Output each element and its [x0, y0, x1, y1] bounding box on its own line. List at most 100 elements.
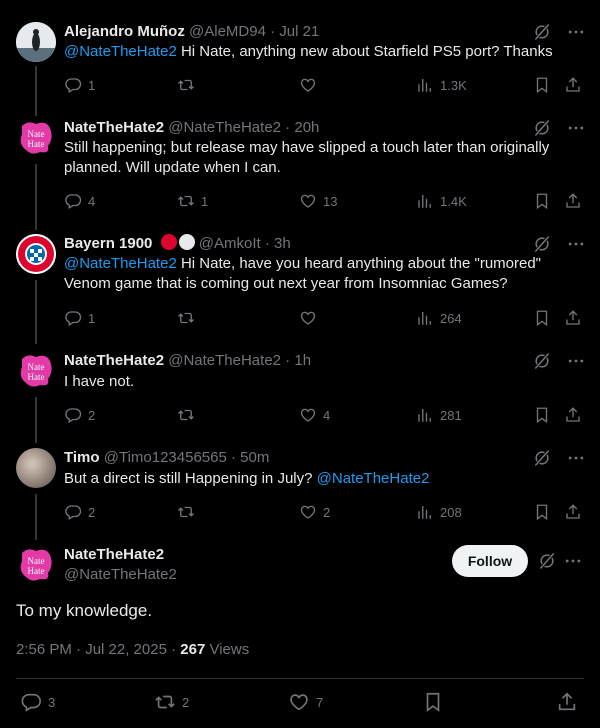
like-button[interactable] — [299, 308, 323, 328]
more-icon[interactable] — [566, 118, 586, 138]
tweet-timestamp: 2:56 PM · Jul 22, 2025 · 267 Views — [16, 641, 249, 658]
more-icon[interactable] — [566, 234, 586, 254]
reply-button[interactable]: 2 — [64, 405, 95, 425]
retweet-button[interactable] — [177, 75, 201, 95]
retweet-button[interactable] — [177, 405, 201, 425]
tweet-text: But a direct is still Happening in July?… — [64, 469, 584, 489]
author-handle[interactable]: @NateTheHate2 — [168, 352, 281, 369]
bookmark-button[interactable] — [533, 405, 551, 425]
timestamp[interactable]: 3h — [274, 235, 291, 252]
white-circle-emoji — [178, 234, 195, 250]
timestamp[interactable]: 2:56 PM · Jul 22, 2025 · — [16, 641, 180, 658]
mention-link[interactable]: @NateTheHate2 — [317, 470, 430, 487]
like-button[interactable] — [299, 75, 323, 95]
like-count: 7 — [316, 694, 324, 710]
reply-tweet[interactable]: Timo @Timo123456565 · 50m But a direct i… — [0, 448, 600, 524]
views-button[interactable]: 1.4K — [416, 191, 467, 211]
bookmark-button[interactable] — [533, 308, 551, 328]
author-handle[interactable]: @Timo123456565 — [104, 449, 227, 466]
share-icon — [564, 309, 582, 327]
more-icon[interactable] — [563, 551, 583, 571]
share-button[interactable] — [564, 75, 582, 95]
reply-button[interactable]: 2 — [64, 502, 95, 522]
mention-link[interactable]: @NateTheHate2 — [64, 255, 177, 272]
share-button[interactable] — [556, 692, 578, 712]
views-icon — [416, 76, 434, 94]
timestamp[interactable]: 1h — [294, 352, 311, 369]
retweet-icon — [177, 406, 195, 424]
more-icon[interactable] — [566, 448, 586, 468]
bookmark-icon — [422, 691, 444, 713]
tweet-top-icons — [532, 351, 586, 371]
grok-icon[interactable] — [532, 234, 552, 254]
retweet-button[interactable]: 2 — [154, 692, 189, 712]
reply-tweet[interactable]: Bayern 1900 @AmkoIt · 3h @NateTheHate2 H… — [0, 234, 600, 330]
reply-button[interactable]: 1 — [64, 308, 95, 328]
reply-tweet[interactable]: Nate Hate NateTheHate2 @NateTheHate2 · 1h… — [0, 351, 600, 427]
more-icon[interactable] — [566, 22, 586, 42]
views-icon — [416, 309, 434, 327]
views-button[interactable]: 264 — [416, 308, 462, 328]
like-count: 13 — [323, 193, 338, 209]
reply-tweet[interactable]: Nate Hate NateTheHate2 @NateTheHate2 · 20… — [0, 118, 600, 214]
share-button[interactable] — [564, 405, 582, 425]
follow-button[interactable]: Follow — [452, 545, 528, 577]
author-name[interactable]: NateTheHate2 — [64, 352, 164, 369]
share-icon — [556, 691, 578, 713]
tweet-actions: 1 1.3K — [64, 75, 584, 95]
bookmark-button[interactable] — [533, 191, 551, 211]
author-handle[interactable]: @NateTheHate2 — [168, 119, 281, 136]
author-name[interactable]: NateTheHate2 — [64, 546, 164, 563]
bookmark-button[interactable] — [422, 692, 444, 712]
author-handle[interactable]: @AmkoIt — [199, 235, 261, 252]
avatar[interactable] — [16, 234, 56, 274]
like-icon — [299, 503, 317, 521]
like-button[interactable]: 7 — [288, 692, 323, 712]
bookmark-button[interactable] — [533, 75, 551, 95]
like-button[interactable]: 4 — [299, 405, 330, 425]
reply-button[interactable]: 1 — [64, 75, 95, 95]
author-handle[interactable]: @AleMD94 — [189, 23, 266, 40]
bookmark-button[interactable] — [533, 502, 551, 522]
reply-icon — [64, 309, 82, 327]
author-name[interactable]: Alejandro Muñoz — [64, 23, 185, 40]
retweet-icon — [177, 192, 195, 210]
retweet-button[interactable] — [177, 502, 201, 522]
avatar[interactable]: Nate Hate — [16, 545, 56, 585]
share-button[interactable] — [564, 308, 582, 328]
retweet-button[interactable] — [177, 308, 201, 328]
share-button[interactable] — [564, 502, 582, 522]
more-icon[interactable] — [566, 351, 586, 371]
reply-button[interactable]: 3 — [20, 692, 55, 712]
views-button[interactable]: 1.3K — [416, 75, 467, 95]
avatar[interactable]: Nate Hate — [16, 351, 56, 391]
author-name[interactable]: NateTheHate2 — [64, 119, 164, 136]
share-button[interactable] — [564, 191, 582, 211]
grok-icon[interactable] — [532, 448, 552, 468]
grok-icon[interactable] — [537, 551, 557, 571]
mention-link[interactable]: @NateTheHate2 — [64, 43, 177, 60]
tweet-top-icons — [532, 118, 586, 138]
tweet-text: I have not. — [64, 373, 135, 390]
like-button[interactable]: 2 — [299, 502, 330, 522]
like-icon — [288, 691, 310, 713]
grok-icon[interactable] — [532, 118, 552, 138]
author-name[interactable]: Timo — [64, 449, 100, 466]
views-button[interactable]: 281 — [416, 405, 462, 425]
tweet-text: Still happening; but release may have sl… — [64, 139, 550, 176]
timestamp[interactable]: 50m — [240, 449, 269, 466]
grok-icon[interactable] — [532, 22, 552, 42]
reply-button[interactable]: 4 — [64, 191, 95, 211]
timestamp[interactable]: 20h — [294, 119, 319, 136]
reply-tweet[interactable]: Alejandro Muñoz @AleMD94 · Jul 21 @NateT… — [0, 22, 600, 94]
avatar[interactable]: Nate Hate — [16, 118, 56, 158]
retweet-button[interactable]: 1 — [177, 191, 208, 211]
timestamp[interactable]: Jul 21 — [279, 23, 319, 40]
grok-icon[interactable] — [532, 351, 552, 371]
author-handle[interactable]: @NateTheHate2 — [64, 566, 177, 583]
avatar[interactable] — [16, 22, 56, 62]
avatar[interactable] — [16, 448, 56, 488]
author-name[interactable]: Bayern 1900 — [64, 235, 152, 252]
views-button[interactable]: 208 — [416, 502, 462, 522]
like-button[interactable]: 13 — [299, 191, 337, 211]
